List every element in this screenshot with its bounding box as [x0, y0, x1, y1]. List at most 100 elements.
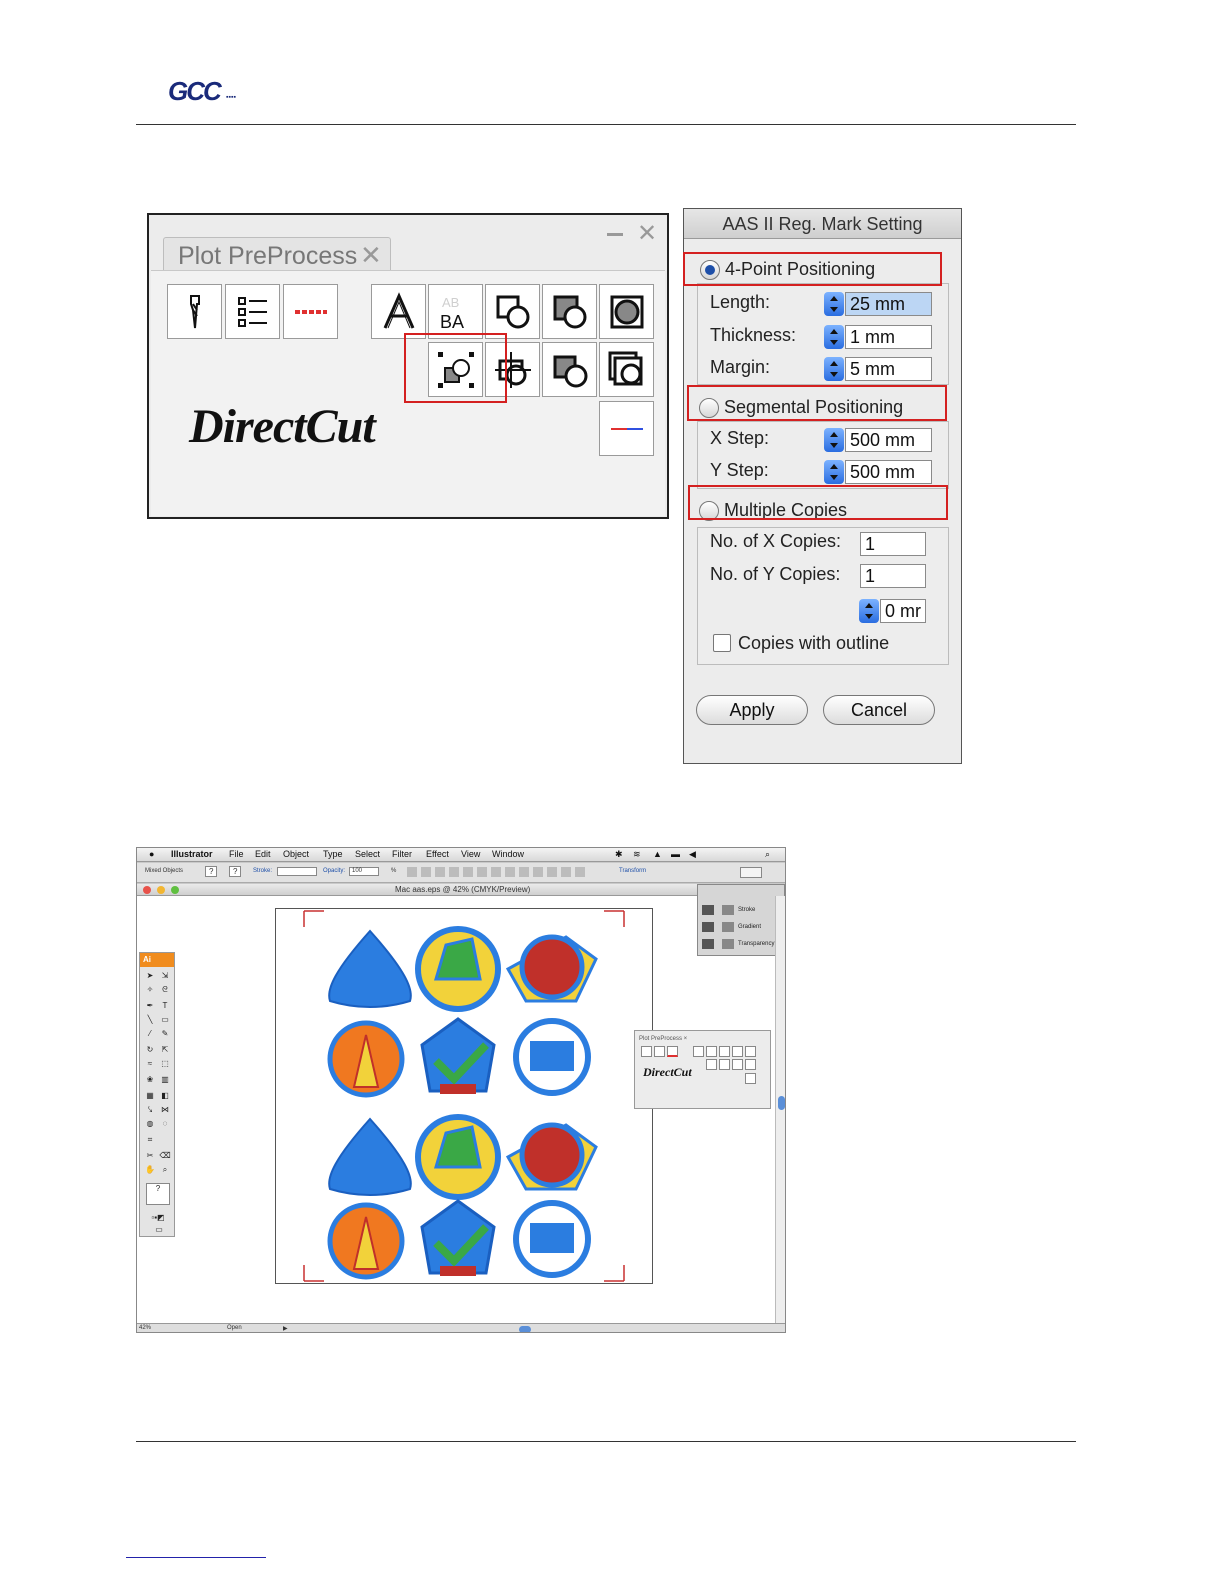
- mini-weld-button[interactable]: [719, 1046, 730, 1057]
- menu-object[interactable]: Object: [283, 849, 309, 859]
- ystep-stepper[interactable]: [824, 460, 844, 484]
- mini-intersect-button[interactable]: [732, 1046, 743, 1057]
- fill-swatch[interactable]: ?: [205, 866, 218, 877]
- flag-icon[interactable]: ▬: [671, 849, 680, 859]
- volume-icon[interactable]: ◀: [689, 849, 696, 860]
- selection-tool-icon[interactable]: ➤: [144, 971, 156, 981]
- xstep-stepper[interactable]: [824, 428, 844, 452]
- transform-link[interactable]: Transform: [619, 868, 646, 874]
- mirror-text-button[interactable]: AB BA: [428, 284, 483, 339]
- slice-tool-icon[interactable]: ✂: [144, 1151, 156, 1161]
- minimize-button[interactable]: [607, 233, 623, 236]
- mini-list-button[interactable]: [654, 1046, 665, 1057]
- xcopies-field[interactable]: 1: [860, 532, 926, 556]
- eraser-icon[interactable]: ⌫: [159, 1151, 171, 1161]
- scale-tool-icon[interactable]: ⇱: [159, 1045, 171, 1055]
- fill-stroke-icon[interactable]: ?: [146, 1183, 170, 1205]
- opacity-field[interactable]: 100: [349, 867, 379, 876]
- stroke-field[interactable]: [277, 867, 317, 876]
- menu-effect[interactable]: Effect: [426, 849, 449, 859]
- swatches-icon[interactable]: [702, 905, 714, 915]
- apple-menu-icon[interactable]: ●: [149, 849, 154, 859]
- margin-field[interactable]: 5 mm: [845, 357, 932, 381]
- color-mode-icons[interactable]: ▫▪◩: [143, 1213, 173, 1223]
- mini-knife-button[interactable]: [641, 1046, 652, 1057]
- opacity-label[interactable]: Opacity:: [323, 868, 345, 874]
- ystep-field[interactable]: 500 mm: [845, 460, 932, 484]
- paint-select-icon[interactable]: ◌: [159, 1119, 171, 1129]
- stroke-label[interactable]: Stroke:: [253, 868, 272, 874]
- rotate-tool-icon[interactable]: ↻: [144, 1045, 156, 1055]
- screen-mode-icon[interactable]: ▭: [149, 1225, 169, 1235]
- list-button[interactable]: [225, 284, 280, 339]
- mini-shadow-button[interactable]: [745, 1046, 756, 1057]
- close-window-button[interactable]: [143, 886, 151, 894]
- cancel-button[interactable]: Cancel: [823, 695, 935, 725]
- menu-file[interactable]: File: [229, 849, 244, 859]
- spacing-stepper[interactable]: [859, 599, 879, 623]
- spotlight-icon[interactable]: ⌕: [765, 849, 770, 860]
- xstep-field[interactable]: 500 mm: [845, 428, 932, 452]
- zoom-level[interactable]: 42%: [139, 1325, 151, 1331]
- wifi-icon[interactable]: ≋: [633, 849, 641, 860]
- menu-select[interactable]: Select: [355, 849, 380, 859]
- stroke-swatch[interactable]: ?: [229, 866, 242, 877]
- horizontal-scroll-thumb[interactable]: [519, 1326, 531, 1332]
- pen-tool-icon[interactable]: ✒: [144, 1001, 156, 1011]
- mini-mirror-text-button[interactable]: [706, 1046, 717, 1057]
- intersect-button[interactable]: [542, 284, 597, 339]
- mesh-tool-icon[interactable]: ▦: [144, 1091, 156, 1101]
- mini-break-apart-button[interactable]: [732, 1059, 743, 1070]
- mini-plot-line-button[interactable]: [745, 1073, 756, 1084]
- brushes-icon[interactable]: [702, 922, 714, 932]
- blend-tool-icon[interactable]: ⋈: [159, 1105, 171, 1115]
- pencil-tool-icon[interactable]: ✎: [159, 1029, 171, 1039]
- menu-window[interactable]: Window: [492, 849, 524, 859]
- footer-link-underline[interactable]: [126, 1557, 266, 1558]
- vertical-scroll-thumb[interactable]: [778, 1096, 785, 1110]
- dock-transparency[interactable]: Transparency: [738, 941, 774, 947]
- margin-stepper[interactable]: [824, 357, 844, 381]
- magic-wand-icon[interactable]: ✧: [144, 985, 156, 995]
- symbols-icon[interactable]: [702, 939, 714, 949]
- thickness-field[interactable]: 1 mm: [845, 325, 932, 349]
- warp-tool-icon[interactable]: ≈: [144, 1059, 156, 1069]
- mini-reg-mark-button[interactable]: [706, 1059, 717, 1070]
- minimize-window-button[interactable]: [157, 886, 165, 894]
- tab-plot-preprocess[interactable]: Plot PreProcess ✕: [163, 237, 391, 271]
- status-arrow-icon[interactable]: ▶: [283, 1325, 288, 1332]
- vertical-scrollbar[interactable]: [775, 896, 785, 1323]
- lasso-icon[interactable]: ᘓ: [159, 985, 171, 995]
- free-transform-icon[interactable]: ⬚: [159, 1059, 171, 1069]
- line-tool-icon[interactable]: ╲: [144, 1015, 156, 1025]
- thickness-stepper[interactable]: [824, 325, 844, 349]
- workspace-button[interactable]: [740, 867, 762, 878]
- gradient-panel-icon[interactable]: [722, 922, 734, 932]
- bluetooth-icon[interactable]: ✱: [615, 849, 623, 860]
- tab-close-icon[interactable]: ✕: [360, 240, 382, 271]
- ycopies-field[interactable]: 1: [860, 564, 926, 588]
- align-buttons[interactable]: [407, 867, 587, 877]
- apply-button[interactable]: Apply: [696, 695, 808, 725]
- weld-button[interactable]: [485, 284, 540, 339]
- zoom-tool-icon[interactable]: ⌕: [159, 1165, 171, 1175]
- dashed-line-button[interactable]: [283, 284, 338, 339]
- spacing-field[interactable]: 0 mr: [880, 599, 926, 623]
- rect-tool-icon[interactable]: ▭: [159, 1015, 171, 1025]
- copies-outline-checkbox[interactable]: [713, 634, 731, 652]
- offset-button[interactable]: [599, 342, 654, 397]
- menu-illustrator[interactable]: Illustrator: [171, 849, 213, 859]
- length-stepper[interactable]: [824, 292, 844, 316]
- mini-offset-button[interactable]: [745, 1059, 756, 1070]
- dock-stroke[interactable]: Stroke: [738, 907, 755, 913]
- break-apart-button[interactable]: [542, 342, 597, 397]
- stroke-panel-icon[interactable]: [722, 905, 734, 915]
- live-paint-icon[interactable]: ◍: [144, 1119, 156, 1129]
- canvas[interactable]: Ai ➤ ⇲ ✧ ᘓ ✒ T ╲ ▭ ⁄ ✎ ↻ ⇱ ≈ ⬚ ❀ ▥ ▦ ◧ ⤥…: [137, 896, 775, 1323]
- mini-dashed-line-button[interactable]: [667, 1046, 678, 1057]
- eject-icon[interactable]: ▲: [653, 849, 662, 859]
- hand-tool-icon[interactable]: ✋: [144, 1165, 156, 1175]
- symbol-tool-icon[interactable]: ❀: [144, 1075, 156, 1085]
- artboard[interactable]: [275, 908, 653, 1284]
- menu-type[interactable]: Type: [323, 849, 343, 859]
